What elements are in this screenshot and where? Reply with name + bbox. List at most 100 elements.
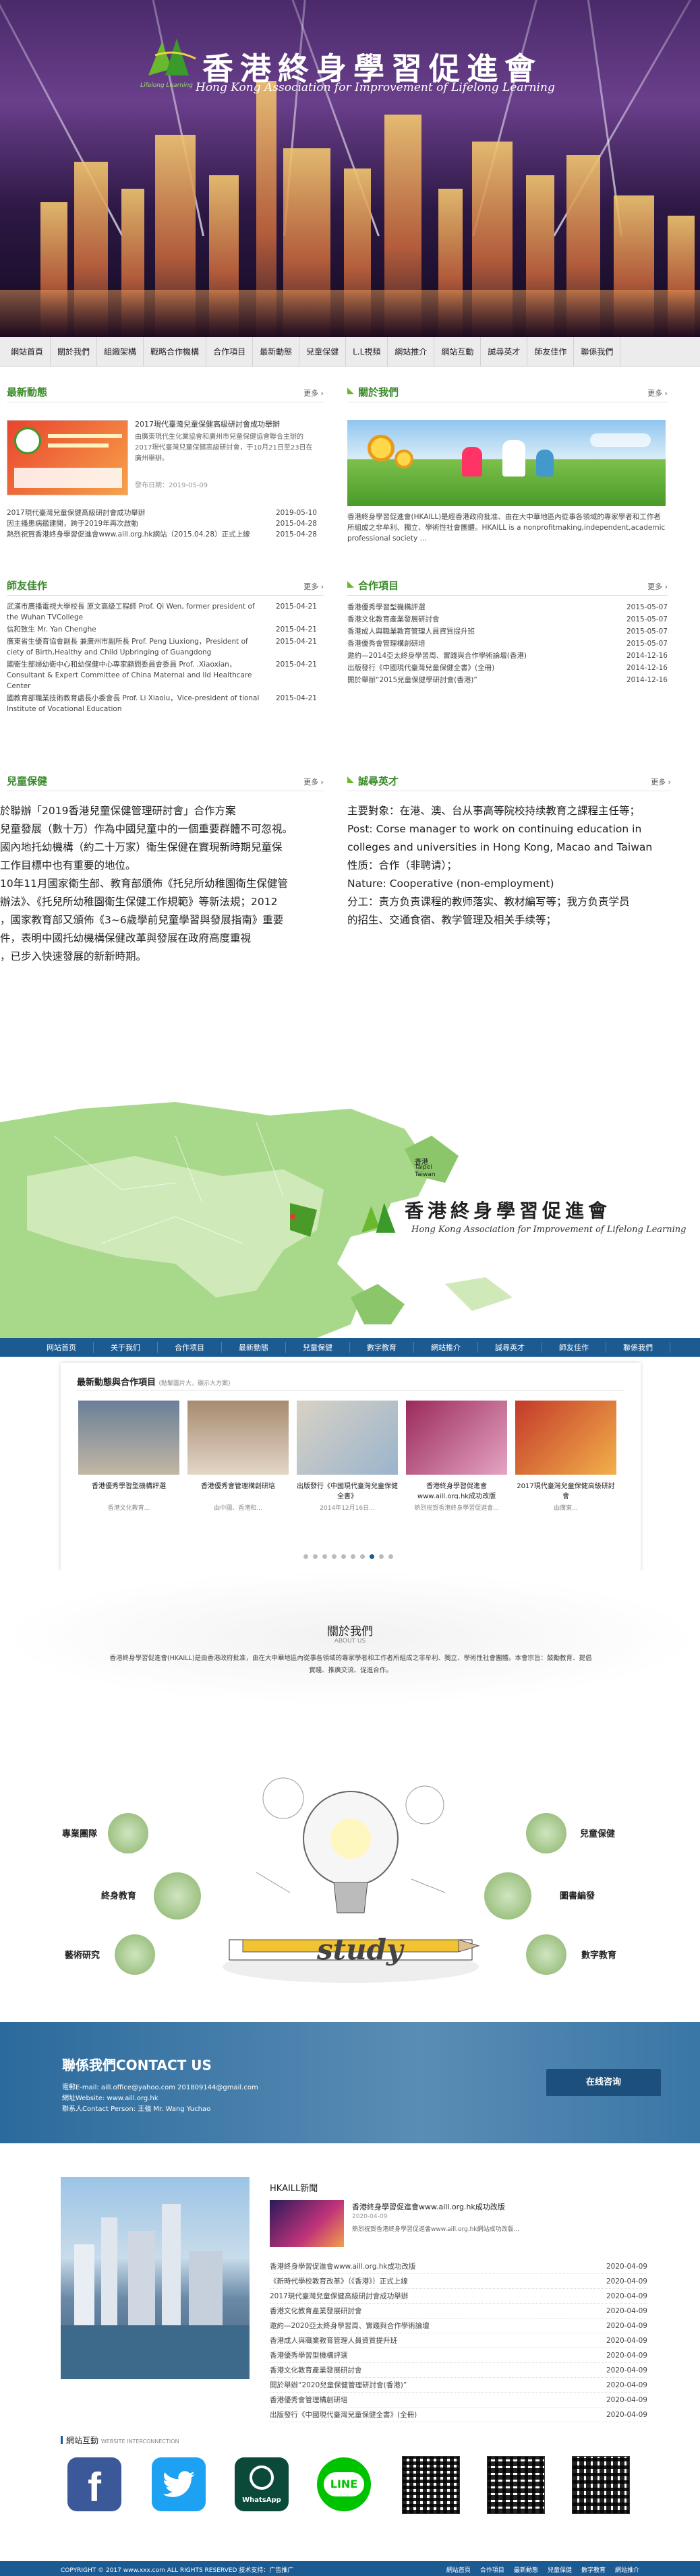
list-item[interactable]: 香港成人與職業教育管理人員資質提升班 2015-05-07 [347, 625, 668, 638]
nav-item[interactable]: 關於我們 [51, 336, 98, 367]
node-art-label[interactable]: 藝術研究 [65, 1948, 100, 1961]
list-item[interactable]: 出版發行《中國現代臺灣兒童保健全書》(全冊) 2020-04-09 [270, 2408, 647, 2422]
friends-item-title[interactable]: 國教育部職業技術教育處長小委會長 Prof. Li Xiaolu，Vice-pr… [7, 693, 263, 714]
news-card-title[interactable]: 香港優秀學習型機構評選 [78, 1480, 179, 1499]
list-item-title[interactable]: 香港文化教育產業發展研討會 [347, 613, 440, 625]
nav-item[interactable]: 最新動態 [253, 336, 300, 367]
footer-link[interactable]: 兒童保健 [548, 2565, 572, 2574]
list-item[interactable]: 邀約—2020亞太終身學習周、實踐與合作學術論壇 2020-04-09 [270, 2319, 647, 2333]
list-item[interactable]: 香港優秀學習型機構評選 2015-05-07 [347, 601, 668, 613]
news-card-image[interactable] [515, 1401, 616, 1475]
list-item[interactable]: 香港優秀會管理構創研培 2015-05-07 [347, 638, 668, 650]
list-item-title[interactable]: 2017現代臺灣兒童保健高級研討會成功舉辦 [270, 2289, 408, 2303]
news-card-title[interactable]: 2017現代臺灣兒童保健高級研討會 [515, 1480, 616, 1499]
list-item[interactable]: 熱烈祝賀香港終身學習促進會www.aill.org.hk網站（2015.04.2… [7, 529, 317, 540]
nav2-item[interactable]: 師友佳作 [542, 1342, 606, 1353]
nav2-item[interactable]: 誠尋英才 [478, 1342, 542, 1353]
nav-item[interactable]: 誠尋英才 [481, 336, 528, 367]
nav2-item[interactable]: 关于我们 [94, 1342, 158, 1353]
nav2-item[interactable]: 兒童保健 [286, 1342, 350, 1353]
twitter-icon[interactable] [152, 2457, 206, 2511]
list-item-title[interactable]: 《新時代學校教育改革》（《香港》）正式上線 [270, 2274, 408, 2288]
list-item-title[interactable]: 香港優秀學習型機構評選 [347, 601, 426, 613]
list-item[interactable]: 開於舉辦“2020兒童保健管理研討會(香港)” 2020-04-09 [270, 2378, 647, 2393]
friends-item[interactable]: 信和致生 Mr. Yan Chenghe 2015-04-21 [7, 624, 317, 635]
node-digital-label[interactable]: 數字教育 [581, 1948, 616, 1961]
list-item[interactable]: 因主播患病鑑建開，跨于2019年再次啟動 2015-04-28 [7, 518, 317, 529]
nav-item[interactable]: 兒童保健 [299, 336, 347, 367]
friends-item-title[interactable]: 國衛生部婦幼衛中心和幼保健中心專家顧問委員會委員 Prof. .Xiaoxian… [7, 659, 263, 692]
node-lifelong-label[interactable]: 終身教育 [101, 1889, 136, 1901]
node-team-label[interactable]: 專業團隊 [62, 1827, 97, 1839]
news-card[interactable]: 香港優秀會管理構創研培 由中國、香港和... [187, 1401, 289, 1549]
news-feature-image[interactable] [7, 420, 128, 495]
news-card[interactable]: 香港優秀學習型機構評選 香港文化教育... [78, 1401, 179, 1549]
list-item[interactable]: 香港文化教育產業發展研討會 2015-05-07 [347, 613, 668, 625]
nav-item[interactable]: 網站互動 [434, 336, 482, 367]
nav-item[interactable]: 戰略合作機構 [144, 336, 207, 367]
nav2-item[interactable]: 聯係我們 [606, 1342, 670, 1353]
nav2-item[interactable]: 网站首页 [30, 1342, 94, 1353]
news-card[interactable]: 2017現代臺灣兒童保健高級研討會 由廣東... [515, 1401, 616, 1549]
carousel-dot[interactable] [332, 1554, 337, 1559]
list-item[interactable]: 香港成人與職業教育管理人員資質提升班 2020-04-09 [270, 2333, 647, 2348]
list-item[interactable]: 邀約—2014亞太終身學習周、實踐與合作學術論壇(香港) 2014-12-16 [347, 650, 668, 662]
list-item[interactable]: 香港優秀會管理構創研培 2020-04-09 [270, 2393, 647, 2408]
node-child-health-image[interactable] [526, 1813, 566, 1853]
footer-link[interactable]: 網站推介 [615, 2565, 639, 2574]
news-card-title[interactable]: 出版發行《中國現代臺灣兒童保健全書》 [297, 1480, 398, 1499]
nav-item[interactable]: 組織架構 [97, 336, 144, 367]
list-item-title[interactable]: 熱烈祝賀香港終身學習促進會www.aill.org.hk網站（2015.04.2… [7, 529, 250, 540]
carousel-dot[interactable] [313, 1554, 318, 1559]
list-item-title[interactable]: 香港優秀學習型機構評選 [270, 2348, 348, 2362]
node-art-image[interactable] [115, 1934, 155, 1975]
list-item-title[interactable]: 香港文化教育產業發展研討會 [270, 2304, 362, 2318]
node-team-image[interactable] [108, 1813, 148, 1853]
news-card[interactable]: 出版發行《中國現代臺灣兒童保健全書》 2014年12月16日... [297, 1401, 398, 1549]
nav2-item[interactable]: 最新動態 [222, 1342, 286, 1353]
list-item[interactable]: 出版發行《中國現代臺灣兒童保健全書》(全冊) 2014-12-16 [347, 662, 668, 674]
list-item-title[interactable]: 開於舉辦“2020兒童保健管理研討會(香港)” [270, 2378, 407, 2392]
friends-item-title[interactable]: 廣東省生優育協會副長 兼廣州市副所長 Prof. Peng Liuxiong，P… [7, 636, 263, 658]
list-item[interactable]: 2017現代臺灣兒童保健高級研討會成功舉辦 2020-04-09 [270, 2289, 647, 2304]
list-item[interactable]: 開於舉辦“2015兒童保健學研討會(香港)” 2014-12-16 [347, 674, 668, 686]
news-card-image[interactable] [187, 1401, 289, 1475]
node-books-label[interactable]: 圖書編發 [560, 1889, 595, 1901]
friends-item-title[interactable]: 信和致生 Mr. Yan Chenghe [7, 624, 263, 635]
list-item[interactable]: 香港終身學習促進會www.aill.org.hk成功改版 2020-04-09 [270, 2259, 647, 2274]
friends-item[interactable]: 國教育部職業技術教育處長小委會長 Prof. Li Xiaolu，Vice-pr… [7, 693, 317, 714]
nav-item[interactable]: 網站推介 [388, 336, 435, 367]
footer-link[interactable]: 數字教育 [581, 2565, 606, 2574]
about-more-link[interactable]: 更多 › [647, 388, 668, 398]
carousel-dot[interactable] [322, 1554, 327, 1559]
node-lifelong-image[interactable] [154, 1872, 201, 1920]
node-books-image[interactable] [484, 1872, 531, 1920]
nav-item[interactable]: 合作項目 [206, 336, 254, 367]
projects-more-link[interactable]: 更多 › [647, 581, 668, 592]
nav-item[interactable]: L.L視頻 [346, 336, 388, 367]
nav-item[interactable]: 師友佳作 [527, 336, 575, 367]
list-item-title[interactable]: 出版發行《中國現代臺灣兒童保健全書》(全冊) [347, 662, 494, 674]
footer-link[interactable]: 網站首頁 [446, 2565, 471, 2574]
nav-item[interactable]: 網站首頁 [4, 336, 51, 367]
news-card-image[interactable] [406, 1401, 507, 1475]
carousel-dot[interactable] [303, 1554, 308, 1559]
carousel-dot[interactable] [351, 1554, 355, 1559]
footer-link[interactable]: 合作項目 [480, 2565, 504, 2574]
node-digital-image[interactable] [526, 1934, 566, 1975]
friends-item-title[interactable]: 武漢市廣播電視大學校長 原文高級工程師 Prof. Qi Wen, former… [7, 601, 263, 623]
friends-item[interactable]: 廣東省生優育協會副長 兼廣州市副所長 Prof. Peng Liuxiong，P… [7, 636, 317, 658]
carousel-dot[interactable] [341, 1554, 346, 1559]
list-item[interactable]: 2017現代臺灣兒童保健高級研討會成功舉辦 2019-05-10 [7, 508, 317, 518]
footer-link[interactable]: 最新動態 [514, 2565, 538, 2574]
nav2-item[interactable]: 合作项目 [158, 1342, 222, 1353]
online-consult-button[interactable]: 在线咨询 [546, 2069, 661, 2096]
carousel-dot-active[interactable] [370, 1554, 374, 1559]
nav2-item[interactable]: 數字教育 [350, 1342, 414, 1353]
news-card-image[interactable] [78, 1401, 179, 1475]
hk-news-feature-title[interactable]: 香港終身學習促進會www.aill.org.hk成功改版 [352, 2201, 505, 2212]
list-item-title[interactable]: 香港成人與職業教育管理人員資質提升班 [347, 625, 475, 638]
list-item-title[interactable]: 香港優秀會管理構創研培 [270, 2393, 348, 2407]
carousel-dot[interactable] [379, 1554, 384, 1559]
news-more-link[interactable]: 更多 › [303, 388, 324, 398]
